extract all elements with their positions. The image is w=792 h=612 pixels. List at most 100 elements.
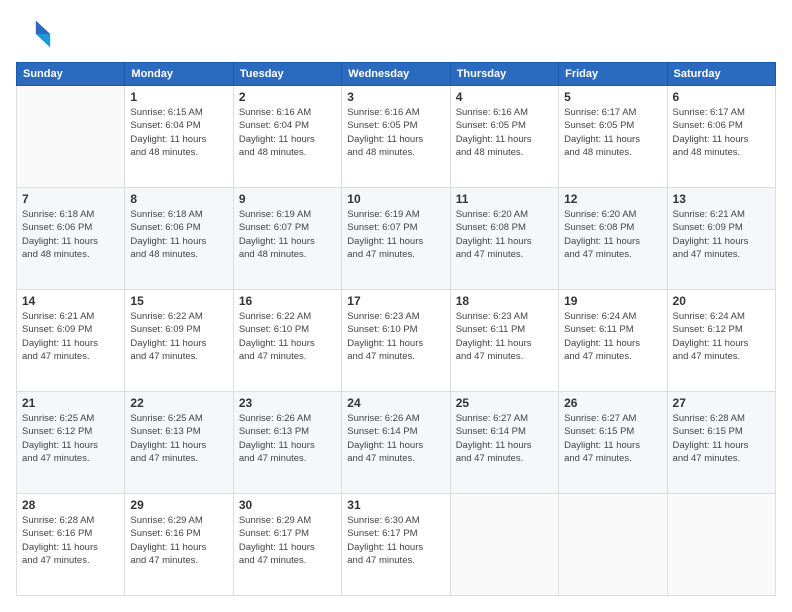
calendar-day-cell: 3 Sunrise: 6:16 AM Sunset: 6:05 PM Daylig… (342, 86, 450, 188)
day-number: 12 (564, 192, 661, 206)
day-info: Sunrise: 6:20 AM Sunset: 6:08 PM Dayligh… (564, 208, 661, 261)
day-number: 30 (239, 498, 336, 512)
calendar-day-cell: 21Sunrise: 6:25 AM Sunset: 6:12 PM Dayli… (17, 392, 125, 494)
day-number: 31 (347, 498, 444, 512)
calendar-day-cell: 9 Sunrise: 6:19 AM Sunset: 6:07 PM Daylig… (233, 188, 341, 290)
day-info: Sunrise: 6:29 AM Sunset: 6:17 PM Dayligh… (239, 514, 336, 567)
day-number: 17 (347, 294, 444, 308)
calendar-day-cell: 24 Sunrise: 6:26 AM Sunset: 6:14 PM Dayli… (342, 392, 450, 494)
day-number: 19 (564, 294, 661, 308)
day-info: Sunrise: 6:19 AM Sunset: 6:07 PM Dayligh… (347, 208, 444, 261)
calendar-day-header: Friday (559, 63, 667, 86)
day-info: Sunrise: 6:30 AM Sunset: 6:17 PM Dayligh… (347, 514, 444, 567)
day-number: 10 (347, 192, 444, 206)
calendar-day-cell: 14 Sunrise: 6:21 AM Sunset: 6:09 PM Dayli… (17, 290, 125, 392)
calendar-day-header: Monday (125, 63, 233, 86)
day-info: Sunrise: 6:18 AM Sunset: 6:06 PM Dayligh… (130, 208, 227, 261)
page: SundayMondayTuesdayWednesdayThursdayFrid… (0, 0, 792, 612)
day-info: Sunrise: 6:27 AM Sunset: 6:15 PM Dayligh… (564, 412, 661, 465)
calendar-day-header: Thursday (450, 63, 558, 86)
calendar-table: SundayMondayTuesdayWednesdayThursdayFrid… (16, 62, 776, 596)
calendar-day-cell (559, 494, 667, 596)
day-number: 11 (456, 192, 553, 206)
day-info: Sunrise: 6:25 AM Sunset: 6:13 PM Dayligh… (130, 412, 227, 465)
calendar-day-cell: 25 Sunrise: 6:27 AM Sunset: 6:14 PM Dayli… (450, 392, 558, 494)
day-info: Sunrise: 6:21 AM Sunset: 6:09 PM Dayligh… (22, 310, 119, 363)
day-number: 9 (239, 192, 336, 206)
day-number: 23 (239, 396, 336, 410)
day-info: Sunrise: 6:21 AM Sunset: 6:09 PM Dayligh… (673, 208, 770, 261)
day-number: 14 (22, 294, 119, 308)
day-info: Sunrise: 6:29 AM Sunset: 6:16 PM Dayligh… (130, 514, 227, 567)
calendar-day-cell: 17 Sunrise: 6:23 AM Sunset: 6:10 PM Dayli… (342, 290, 450, 392)
day-info: Sunrise: 6:16 AM Sunset: 6:04 PM Dayligh… (239, 106, 336, 159)
day-info: Sunrise: 6:15 AM Sunset: 6:04 PM Dayligh… (130, 106, 227, 159)
calendar-week-row: 14 Sunrise: 6:21 AM Sunset: 6:09 PM Dayli… (17, 290, 776, 392)
logo (16, 16, 56, 52)
header (16, 16, 776, 52)
logo-icon (16, 16, 52, 52)
day-number: 8 (130, 192, 227, 206)
day-info: Sunrise: 6:24 AM Sunset: 6:12 PM Dayligh… (673, 310, 770, 363)
day-info: Sunrise: 6:17 AM Sunset: 6:06 PM Dayligh… (673, 106, 770, 159)
calendar-day-cell: 30 Sunrise: 6:29 AM Sunset: 6:17 PM Dayli… (233, 494, 341, 596)
calendar-day-cell: 20 Sunrise: 6:24 AM Sunset: 6:12 PM Dayli… (667, 290, 775, 392)
calendar-day-cell: 19Sunrise: 6:24 AM Sunset: 6:11 PM Dayli… (559, 290, 667, 392)
calendar-day-cell (667, 494, 775, 596)
calendar-day-cell: 22 Sunrise: 6:25 AM Sunset: 6:13 PM Dayli… (125, 392, 233, 494)
calendar-week-row: 7 Sunrise: 6:18 AM Sunset: 6:06 PM Daylig… (17, 188, 776, 290)
calendar-day-header: Sunday (17, 63, 125, 86)
day-number: 21 (22, 396, 119, 410)
day-number: 28 (22, 498, 119, 512)
day-info: Sunrise: 6:23 AM Sunset: 6:10 PM Dayligh… (347, 310, 444, 363)
calendar-day-cell (17, 86, 125, 188)
day-info: Sunrise: 6:18 AM Sunset: 6:06 PM Dayligh… (22, 208, 119, 261)
day-number: 7 (22, 192, 119, 206)
day-number: 24 (347, 396, 444, 410)
calendar-day-cell: 4 Sunrise: 6:16 AM Sunset: 6:05 PM Daylig… (450, 86, 558, 188)
calendar-day-cell: 29 Sunrise: 6:29 AM Sunset: 6:16 PM Dayli… (125, 494, 233, 596)
calendar-day-cell: 26Sunrise: 6:27 AM Sunset: 6:15 PM Dayli… (559, 392, 667, 494)
day-info: Sunrise: 6:22 AM Sunset: 6:10 PM Dayligh… (239, 310, 336, 363)
day-number: 25 (456, 396, 553, 410)
day-number: 22 (130, 396, 227, 410)
day-info: Sunrise: 6:28 AM Sunset: 6:16 PM Dayligh… (22, 514, 119, 567)
calendar-day-cell: 11Sunrise: 6:20 AM Sunset: 6:08 PM Dayli… (450, 188, 558, 290)
calendar-day-cell (450, 494, 558, 596)
day-info: Sunrise: 6:16 AM Sunset: 6:05 PM Dayligh… (456, 106, 553, 159)
day-info: Sunrise: 6:16 AM Sunset: 6:05 PM Dayligh… (347, 106, 444, 159)
calendar-day-cell: 28 Sunrise: 6:28 AM Sunset: 6:16 PM Dayli… (17, 494, 125, 596)
calendar-header-row: SundayMondayTuesdayWednesdayThursdayFrid… (17, 63, 776, 86)
calendar-day-cell: 1Sunrise: 6:15 AM Sunset: 6:04 PM Daylig… (125, 86, 233, 188)
day-info: Sunrise: 6:26 AM Sunset: 6:14 PM Dayligh… (347, 412, 444, 465)
day-number: 4 (456, 90, 553, 104)
day-info: Sunrise: 6:23 AM Sunset: 6:11 PM Dayligh… (456, 310, 553, 363)
calendar-day-header: Tuesday (233, 63, 341, 86)
calendar-day-cell: 27Sunrise: 6:28 AM Sunset: 6:15 PM Dayli… (667, 392, 775, 494)
day-info: Sunrise: 6:17 AM Sunset: 6:05 PM Dayligh… (564, 106, 661, 159)
calendar-day-cell: 6 Sunrise: 6:17 AM Sunset: 6:06 PM Daylig… (667, 86, 775, 188)
day-number: 5 (564, 90, 661, 104)
calendar-day-header: Wednesday (342, 63, 450, 86)
day-info: Sunrise: 6:27 AM Sunset: 6:14 PM Dayligh… (456, 412, 553, 465)
day-info: Sunrise: 6:19 AM Sunset: 6:07 PM Dayligh… (239, 208, 336, 261)
day-info: Sunrise: 6:28 AM Sunset: 6:15 PM Dayligh… (673, 412, 770, 465)
calendar-day-cell: 31 Sunrise: 6:30 AM Sunset: 6:17 PM Dayli… (342, 494, 450, 596)
calendar-week-row: 21Sunrise: 6:25 AM Sunset: 6:12 PM Dayli… (17, 392, 776, 494)
day-number: 3 (347, 90, 444, 104)
day-number: 18 (456, 294, 553, 308)
day-number: 2 (239, 90, 336, 104)
day-number: 16 (239, 294, 336, 308)
calendar-day-cell: 10 Sunrise: 6:19 AM Sunset: 6:07 PM Dayli… (342, 188, 450, 290)
calendar-day-cell: 23Sunrise: 6:26 AM Sunset: 6:13 PM Dayli… (233, 392, 341, 494)
calendar-day-cell: 5 Sunrise: 6:17 AM Sunset: 6:05 PM Daylig… (559, 86, 667, 188)
day-number: 6 (673, 90, 770, 104)
calendar-day-cell: 16 Sunrise: 6:22 AM Sunset: 6:10 PM Dayli… (233, 290, 341, 392)
calendar-day-cell: 8 Sunrise: 6:18 AM Sunset: 6:06 PM Daylig… (125, 188, 233, 290)
calendar-day-cell: 15Sunrise: 6:22 AM Sunset: 6:09 PM Dayli… (125, 290, 233, 392)
calendar-day-cell: 13Sunrise: 6:21 AM Sunset: 6:09 PM Dayli… (667, 188, 775, 290)
day-number: 20 (673, 294, 770, 308)
calendar-day-header: Saturday (667, 63, 775, 86)
calendar-day-cell: 2 Sunrise: 6:16 AM Sunset: 6:04 PM Daylig… (233, 86, 341, 188)
day-number: 29 (130, 498, 227, 512)
